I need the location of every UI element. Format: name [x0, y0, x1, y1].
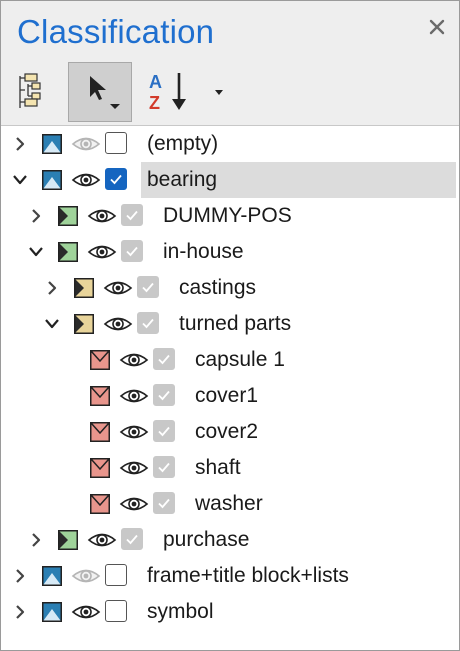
layer-red-icon: [90, 422, 110, 442]
expand-chevron-icon[interactable]: [11, 603, 29, 621]
expand-chevron-icon[interactable]: [11, 135, 29, 153]
tree-row[interactable]: turned parts: [1, 306, 459, 342]
layer-blue-icon: [42, 170, 62, 190]
layer-checkbox[interactable]: [153, 492, 175, 514]
panel-title: Classification: [17, 13, 215, 50]
visibility-eye-icon[interactable]: [87, 206, 117, 226]
layer-blue-icon: [42, 602, 62, 622]
layer-green-icon: [58, 242, 78, 262]
tree-item-label[interactable]: shaft: [189, 450, 247, 486]
visibility-eye-icon[interactable]: [71, 602, 101, 622]
tree-item-label[interactable]: turned parts: [173, 306, 297, 342]
sort-a-z-icon[interactable]: A Z: [143, 62, 193, 122]
visibility-eye-icon[interactable]: [119, 458, 149, 478]
layer-yellow-icon: [74, 314, 94, 334]
svg-text:Z: Z: [149, 93, 160, 113]
tree-row[interactable]: shaft: [1, 450, 459, 486]
layer-checkbox[interactable]: [153, 456, 175, 478]
tree-item-label[interactable]: castings: [173, 270, 262, 306]
tree-row[interactable]: in-house: [1, 234, 459, 270]
tree-item-label[interactable]: cover2: [189, 414, 264, 450]
tree-row[interactable]: symbol: [1, 594, 459, 630]
layer-checkbox[interactable]: [105, 564, 127, 586]
layer-red-icon: [90, 350, 110, 370]
expand-chevron-icon[interactable]: [27, 207, 45, 225]
collapse-chevron-icon[interactable]: [11, 171, 29, 189]
tree-row[interactable]: capsule 1: [1, 342, 459, 378]
sort-options-dropdown[interactable]: [207, 62, 231, 122]
tree-item-label[interactable]: in-house: [157, 234, 250, 270]
layer-checkbox[interactable]: [137, 276, 159, 298]
tree-item-label[interactable]: bearing: [141, 162, 456, 198]
visibility-eye-icon[interactable]: [71, 170, 101, 190]
expand-chevron-icon[interactable]: [11, 567, 29, 585]
expand-chevron-icon[interactable]: [27, 531, 45, 549]
layer-checkbox[interactable]: [153, 348, 175, 370]
visibility-eye-icon[interactable]: [119, 386, 149, 406]
expand-chevron-icon[interactable]: [43, 279, 61, 297]
classification-panel: Classification A Z (empty) bearing DUMMY…: [0, 0, 460, 651]
tree-row[interactable]: DUMMY-POS: [1, 198, 459, 234]
tree-item-label[interactable]: frame+title block+lists: [141, 558, 355, 594]
layer-checkbox[interactable]: [137, 312, 159, 334]
tree-item-label[interactable]: symbol: [141, 594, 220, 630]
tree-row[interactable]: castings: [1, 270, 459, 306]
visibility-eye-icon[interactable]: [87, 242, 117, 262]
tree-view-icon[interactable]: [9, 62, 47, 122]
tree-row[interactable]: bearing: [1, 162, 459, 198]
tree-item-label[interactable]: DUMMY-POS: [157, 198, 298, 234]
chevron-down-icon: [215, 90, 223, 95]
tree-item-label[interactable]: cover1: [189, 378, 264, 414]
layer-yellow-icon: [74, 278, 94, 298]
layer-checkbox[interactable]: [153, 384, 175, 406]
layer-red-icon: [90, 494, 110, 514]
tree-row[interactable]: (empty): [1, 126, 459, 162]
tree-item-label[interactable]: (empty): [141, 126, 224, 162]
layer-checkbox[interactable]: [105, 168, 127, 190]
layer-checkbox[interactable]: [105, 132, 127, 154]
visibility-eye-icon[interactable]: [103, 278, 133, 298]
cursor-arrow-icon: [90, 76, 120, 109]
tree-item-label[interactable]: washer: [189, 486, 269, 522]
layer-green-icon: [58, 206, 78, 226]
svg-text:A: A: [149, 72, 162, 92]
panel-header: Classification: [1, 1, 459, 59]
visibility-eye-icon[interactable]: [87, 530, 117, 550]
hidden-eye-icon[interactable]: [71, 134, 101, 154]
layer-blue-icon: [42, 566, 62, 586]
hidden-eye-icon[interactable]: [71, 566, 101, 586]
tree-item-label[interactable]: purchase: [157, 522, 255, 558]
layer-checkbox[interactable]: [121, 204, 143, 226]
close-icon[interactable]: [425, 15, 449, 39]
visibility-eye-icon[interactable]: [119, 350, 149, 370]
visibility-eye-icon[interactable]: [119, 422, 149, 442]
layer-blue-icon: [42, 134, 62, 154]
select-tool-button[interactable]: [68, 62, 132, 122]
visibility-eye-icon[interactable]: [119, 494, 149, 514]
collapse-chevron-icon[interactable]: [27, 243, 45, 261]
tree-row[interactable]: cover2: [1, 414, 459, 450]
layer-checkbox[interactable]: [153, 420, 175, 442]
layer-checkbox[interactable]: [121, 240, 143, 262]
tree-row[interactable]: purchase: [1, 522, 459, 558]
collapse-chevron-icon[interactable]: [43, 315, 61, 333]
tree-row[interactable]: washer: [1, 486, 459, 522]
layer-green-icon: [58, 530, 78, 550]
layer-red-icon: [90, 386, 110, 406]
layer-checkbox[interactable]: [105, 600, 127, 622]
layer-checkbox[interactable]: [121, 528, 143, 550]
toolbar: A Z: [1, 59, 459, 126]
tree-row[interactable]: cover1: [1, 378, 459, 414]
tree-row[interactable]: frame+title block+lists: [1, 558, 459, 594]
tree-item-label[interactable]: capsule 1: [189, 342, 291, 378]
layer-red-icon: [90, 458, 110, 478]
visibility-eye-icon[interactable]: [103, 314, 133, 334]
